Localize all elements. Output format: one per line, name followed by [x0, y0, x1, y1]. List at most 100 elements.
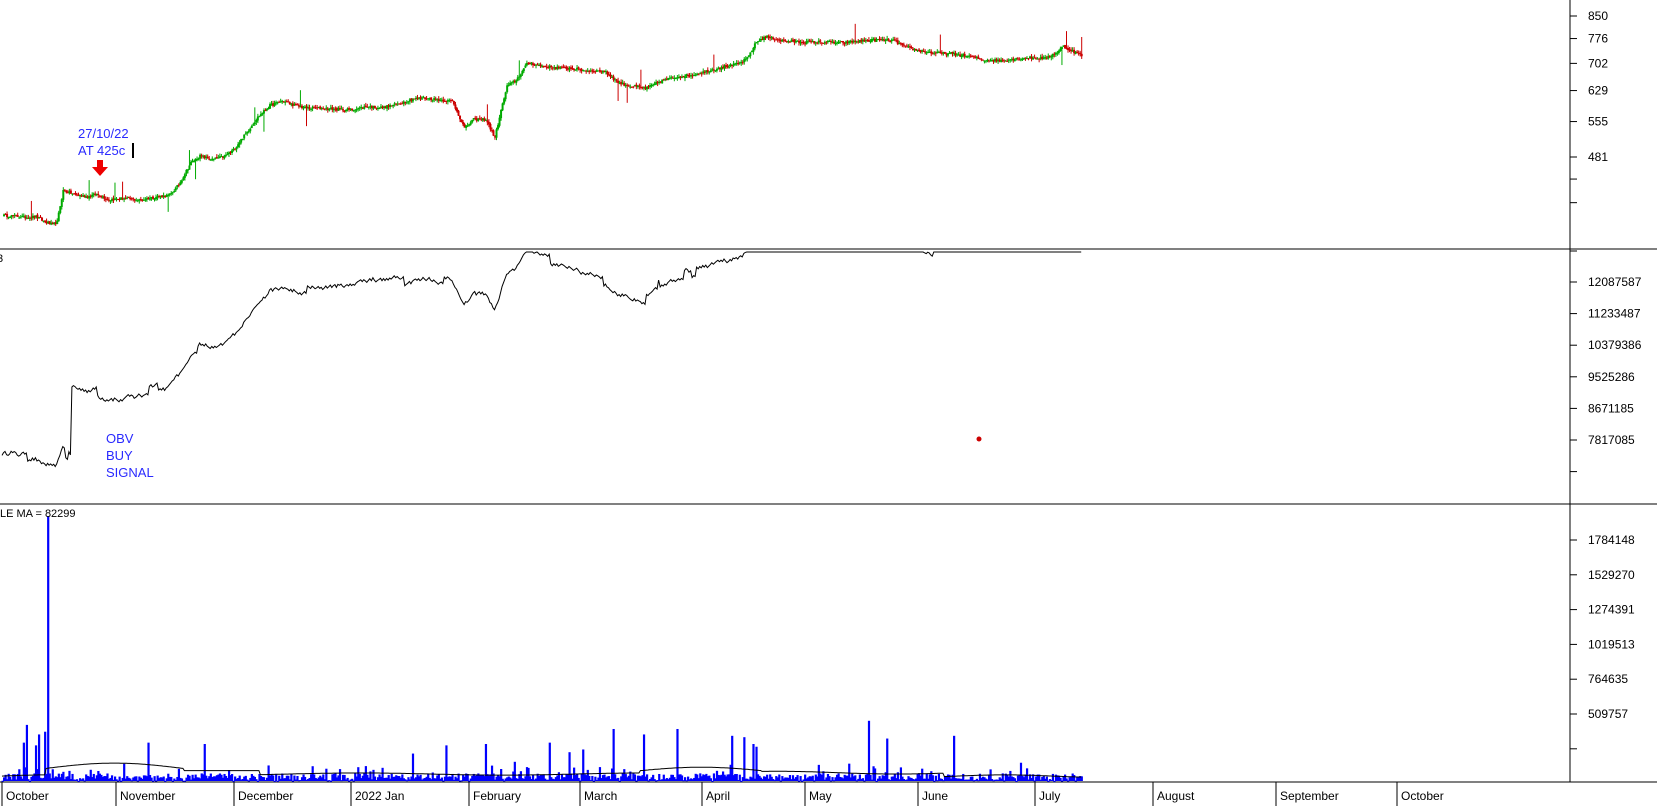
price-tick-label: 850 — [1588, 9, 1608, 23]
candle — [297, 103, 300, 109]
candle — [585, 69, 588, 74]
candle — [299, 90, 302, 108]
candle — [930, 49, 933, 57]
month-label: February — [473, 789, 521, 803]
obv-tick-label: 9525286 — [1588, 370, 1635, 384]
candle — [360, 104, 363, 111]
candle — [588, 69, 591, 75]
candle — [797, 38, 800, 46]
price-tick-label: 629 — [1588, 84, 1608, 98]
volume-bar — [411, 753, 415, 781]
candle — [170, 191, 173, 196]
candle — [939, 34, 942, 54]
candle — [890, 38, 893, 44]
candle — [189, 159, 192, 166]
volume-bar — [275, 774, 278, 781]
candle — [273, 100, 276, 107]
candle — [720, 65, 723, 73]
month-label: December — [238, 789, 293, 803]
volume-tick-label: 1019513 — [1588, 637, 1635, 651]
month-label: October — [6, 789, 49, 803]
candle — [241, 138, 244, 141]
price-axis: 850 776 702 629 555 481 — [1570, 9, 1608, 204]
candle — [679, 76, 682, 81]
candle — [1027, 57, 1030, 61]
stock-chart: 850 776 702 629 555 481 12087587 11233487 10379… — [0, 0, 1657, 806]
volume-bar — [346, 777, 349, 781]
candle — [548, 64, 551, 71]
candle — [601, 70, 604, 75]
candle — [617, 77, 620, 101]
month-label: October — [1401, 789, 1444, 803]
volume-bar — [548, 742, 551, 781]
candle — [954, 50, 957, 58]
candle — [963, 51, 966, 59]
volume-bar — [150, 777, 153, 781]
volume-tick-label: 1784148 — [1588, 533, 1635, 547]
volume-bar — [276, 780, 279, 782]
obv-pane-label-fragment: 3 — [0, 253, 3, 265]
candle — [269, 102, 272, 109]
volume-bar — [75, 779, 79, 781]
volume-bar — [325, 768, 328, 781]
annotation-date: 27/10/22 — [78, 126, 129, 141]
candle — [430, 97, 433, 103]
volume-bar — [170, 776, 173, 781]
candle — [437, 96, 440, 104]
volume-bar — [735, 774, 738, 781]
candle — [3, 213, 6, 217]
volume-bar — [711, 780, 714, 782]
candle — [1073, 47, 1076, 56]
volume-tick-label: 764635 — [1588, 672, 1628, 686]
candle — [632, 86, 635, 89]
volume-bar — [1073, 775, 1076, 781]
candle — [36, 213, 39, 222]
volume-bar — [1015, 780, 1018, 782]
candle — [629, 84, 632, 89]
candle — [969, 53, 972, 58]
volume-bar — [153, 776, 156, 781]
candle — [568, 66, 571, 73]
candle — [162, 192, 165, 199]
candle — [635, 82, 638, 90]
candle — [495, 127, 498, 141]
volume-bar — [642, 734, 646, 781]
volume-tick-label: 1529270 — [1588, 568, 1635, 582]
candle — [446, 98, 449, 105]
candle — [910, 45, 913, 49]
volume-bar — [255, 779, 258, 781]
candle — [854, 23, 857, 45]
candle — [516, 75, 519, 82]
candle — [501, 102, 504, 112]
candle — [442, 96, 445, 104]
candle — [155, 194, 158, 202]
candle — [908, 43, 911, 51]
candle — [535, 63, 538, 69]
candle — [892, 36, 895, 41]
volume-bar — [25, 724, 29, 781]
candle — [419, 95, 422, 102]
candle — [253, 107, 256, 126]
price-tick-label: 481 — [1588, 150, 1608, 164]
candle — [709, 68, 712, 73]
x-axis: October November December 2022 Jan February M… — [1, 782, 1444, 806]
month-label: 2022 Jan — [355, 789, 404, 803]
candle — [235, 146, 238, 153]
price-tick-label: 702 — [1588, 56, 1608, 70]
candle — [1030, 54, 1033, 62]
volume-bar — [828, 776, 831, 781]
candle — [506, 83, 509, 94]
candle — [986, 58, 989, 63]
candle — [649, 82, 652, 90]
candle — [199, 153, 202, 162]
volume-bar — [1013, 778, 1017, 781]
volume-bar — [867, 720, 871, 781]
volume-bar — [1051, 773, 1055, 781]
obv-signal-line-2: BUY — [106, 448, 133, 463]
volume-bar — [591, 775, 594, 781]
candle — [188, 150, 191, 170]
month-label: June — [922, 789, 948, 803]
candle — [743, 57, 746, 65]
candle — [1041, 53, 1044, 61]
volume-bar — [811, 775, 814, 781]
